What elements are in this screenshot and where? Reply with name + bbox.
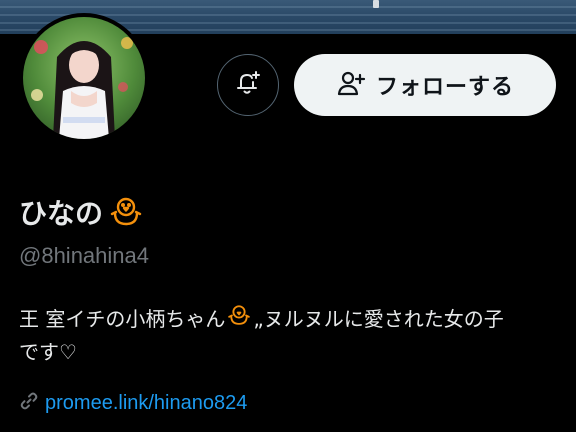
notify-button[interactable]: [217, 54, 279, 116]
name-row: ひなの: [19, 192, 143, 232]
profile-handle: @8hinahina4: [19, 243, 149, 268]
bio-line-2: です♡: [19, 336, 564, 369]
bio-line-1: 王 室イチの小柄ちゃん „ヌルヌルに愛された女の子: [19, 302, 564, 336]
profile-link-row[interactable]: promee.link/hinano824: [19, 391, 247, 415]
bio-text-2: „ヌルヌルに愛された女の子: [253, 306, 504, 331]
profile-bio: 王 室イチの小柄ちゃん „ヌルヌルに愛された女の子 です♡: [19, 302, 564, 369]
chick-icon: [109, 193, 143, 231]
avatar[interactable]: [19, 13, 149, 143]
display-name: ひなの: [19, 197, 104, 230]
follow-button[interactable]: フォローする: [294, 54, 556, 116]
bio-text-3: です♡: [19, 340, 77, 364]
follow-button-label: フォローする: [375, 75, 514, 100]
person-plus-icon: [336, 69, 366, 101]
bio-text-1: 王 室イチの小柄ちゃん: [19, 306, 226, 331]
link-icon: [19, 391, 39, 415]
profile-link[interactable]: promee.link/hinano824: [45, 392, 247, 415]
avatar-image: [23, 17, 145, 139]
banner-post: [373, 0, 379, 8]
chick-icon: [227, 302, 251, 336]
profile-page: フォローする ひなの @8hinahina4 王 室イチの小柄ちゃん „ヌルヌル…: [0, 0, 576, 432]
bell-plus-icon: [234, 69, 262, 101]
